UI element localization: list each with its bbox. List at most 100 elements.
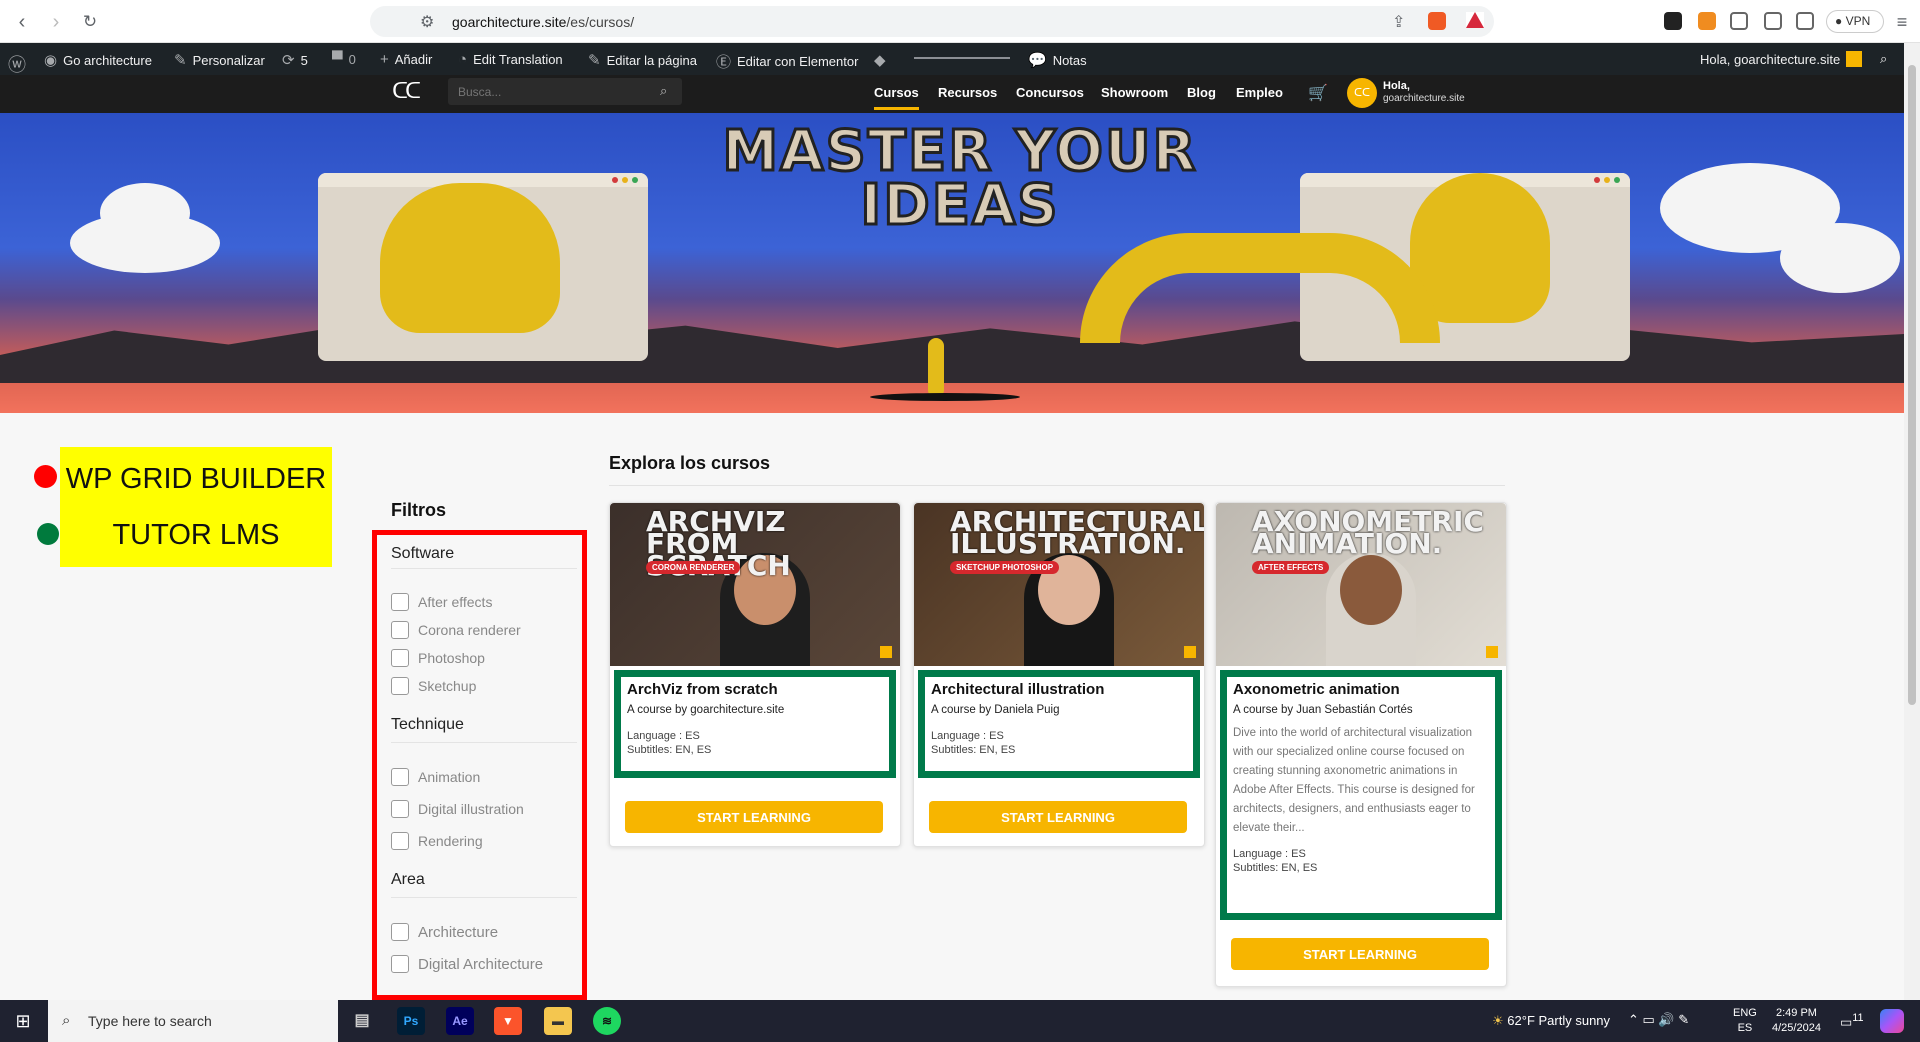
nav-cursos[interactable]: Cursos <box>874 85 919 110</box>
course-author: A course by goarchitecture.site <box>627 704 785 716</box>
notification-icon[interactable]: ▭11 <box>1840 1012 1864 1030</box>
nav-recursos[interactable]: Recursos <box>938 85 997 100</box>
checkbox[interactable] <box>391 832 409 850</box>
photoshop-icon[interactable]: Ps <box>397 1007 425 1035</box>
user-avatar[interactable]: ᑕᑕ <box>1347 78 1377 108</box>
scrollbar-thumb[interactable] <box>1908 65 1916 705</box>
user-avatar-icon <box>1846 51 1863 67</box>
nav-blog[interactable]: Blog <box>1187 85 1216 100</box>
course-thumbnail[interactable]: AXONOMETRIC ANIMATION. AFTER EFFECTS <box>1216 503 1506 666</box>
checkbox[interactable] <box>391 955 409 973</box>
forward-arrow-icon[interactable]: › <box>44 10 68 34</box>
filter-sketchup[interactable]: Sketchup <box>391 677 476 695</box>
course-subtitles: Subtitles: EN, ES <box>1233 862 1318 874</box>
system-clock[interactable]: 2:49 PM 4/25/2024 <box>1772 1006 1821 1036</box>
search-icon: ⌕ <box>62 1012 71 1029</box>
brand-mark-icon <box>1486 646 1498 658</box>
nav-concursos[interactable]: Concursos <box>1016 85 1084 100</box>
extension-icon[interactable] <box>1664 12 1682 30</box>
filter-digital-illustration[interactable]: Digital illustration <box>391 800 524 818</box>
brave-rewards-icon[interactable] <box>1466 12 1484 28</box>
brave-browser-icon[interactable]: ▼ <box>494 1007 522 1035</box>
admin-customize[interactable]: ✎ Personalizar <box>174 51 265 69</box>
copilot-icon[interactable] <box>1880 1009 1904 1033</box>
search-icon[interactable]: ⌕ <box>660 83 667 99</box>
start-learning-button[interactable]: START LEARNING <box>1231 938 1489 970</box>
file-explorer-icon[interactable]: ▬ <box>544 1007 572 1035</box>
start-learning-button[interactable]: START LEARNING <box>929 801 1187 833</box>
course-name[interactable]: Architectural illustration <box>931 681 1187 698</box>
filter-photoshop[interactable]: Photoshop <box>391 649 485 667</box>
checkbox[interactable] <box>391 621 409 639</box>
page-scrollbar[interactable] <box>1904 43 1920 1000</box>
filter-after-effects[interactable]: After effects <box>391 593 492 611</box>
after-effects-icon[interactable]: Ae <box>446 1007 474 1035</box>
checkbox[interactable] <box>391 923 409 941</box>
extensions-puzzle-icon[interactable] <box>1730 12 1748 30</box>
start-learning-button[interactable]: START LEARNING <box>625 801 883 833</box>
checkbox[interactable] <box>391 593 409 611</box>
wallet-icon[interactable] <box>1796 12 1814 30</box>
taskbar-search-box[interactable]: Type here to search <box>48 1000 338 1042</box>
course-name[interactable]: Axonometric animation <box>1233 681 1489 698</box>
user-hello[interactable]: Hola, <box>1383 80 1410 92</box>
admin-diamond[interactable]: ◆ <box>874 51 886 69</box>
site-info-icon[interactable]: ⚙ <box>420 12 434 32</box>
menu-icon[interactable]: ≡ <box>1890 10 1914 34</box>
course-name[interactable]: ArchViz from scratch <box>627 681 883 698</box>
checkbox[interactable] <box>391 649 409 667</box>
admin-add-new[interactable]: + Añadir <box>380 51 432 68</box>
red-dot-marker <box>34 465 57 488</box>
admin-edit-translation[interactable]: ◔ Edit Translation <box>458 51 563 68</box>
address-bar[interactable]: ⚙ goarchitecture.site/es/cursos/ ⇪ <box>370 6 1494 37</box>
admin-edit-elementor[interactable]: Ⓔ Editar con Elementor <box>716 51 858 72</box>
admin-updates[interactable]: ⟳ 5 <box>282 51 308 69</box>
cart-icon[interactable]: 🛒 <box>1308 83 1328 103</box>
system-tray-icons[interactable]: ⌃ ▭ 🔊 ✎ <box>1628 1012 1689 1028</box>
nav-empleo[interactable]: Empleo <box>1236 85 1283 100</box>
admin-search-icon[interactable]: ⌕ <box>1880 51 1887 67</box>
checkbox[interactable] <box>391 800 409 818</box>
filter-corona-renderer[interactable]: Corona renderer <box>391 621 521 639</box>
brave-shields-icon[interactable] <box>1428 12 1446 30</box>
share-icon[interactable]: ⇪ <box>1392 12 1405 32</box>
admin-notes[interactable]: 💬 Notas <box>1028 51 1087 69</box>
back-arrow-icon[interactable]: ‹ <box>10 10 34 34</box>
weather-widget[interactable]: ☀ 62°F Partly sunny <box>1492 1013 1610 1029</box>
language-indicator[interactable]: ENG ES <box>1733 1006 1757 1036</box>
course-card[interactable]: ARCHITECTURAL ILLUSTRATION. SKETCHUP PHO… <box>913 502 1205 847</box>
course-thumbnail[interactable]: ARCHITECTURAL ILLUSTRATION. SKETCHUP PHO… <box>914 503 1204 666</box>
diamond-icon: ◆ <box>874 52 886 69</box>
wordpress-logo-icon[interactable]: ⓦ <box>8 51 26 77</box>
course-thumbnail[interactable]: ARCHVIZ FROM SCRATCH CORONA RENDERER <box>610 503 900 666</box>
admin-account[interactable]: Hola, goarchitecture.site <box>1700 51 1863 67</box>
site-logo[interactable]: ᑕᑕ <box>392 78 421 104</box>
green-dot-marker <box>37 523 59 545</box>
course-card[interactable]: ARCHVIZ FROM SCRATCH CORONA RENDERER Arc… <box>609 502 901 847</box>
thumbnail-title: AXONOMETRIC ANIMATION. <box>1252 505 1484 560</box>
admin-edit-page[interactable]: ✎ Editar la página <box>588 51 697 69</box>
course-language: Language : ES <box>627 730 700 742</box>
software-badge: AFTER EFFECTS <box>1252 561 1330 574</box>
admin-comments[interactable]: ▀ 0 <box>332 51 356 68</box>
filter-rendering[interactable]: Rendering <box>391 832 483 850</box>
course-subtitles: Subtitles: EN, ES <box>931 744 1016 756</box>
site-search-input[interactable] <box>448 78 682 105</box>
task-view-icon[interactable]: ▤ <box>348 1007 376 1035</box>
filter-architecture[interactable]: Architecture <box>391 923 498 941</box>
vpn-button[interactable]: ● VPN <box>1826 10 1884 33</box>
spotify-icon[interactable]: ≋ <box>593 1007 621 1035</box>
reload-icon[interactable]: ↻ <box>78 10 102 34</box>
hero-banner: MASTER YOUR IDEAS <box>0 113 1904 413</box>
user-name[interactable]: goarchitecture.site <box>1383 93 1465 104</box>
checkbox[interactable] <box>391 768 409 786</box>
nav-showroom[interactable]: Showroom <box>1101 85 1168 100</box>
admin-site-name[interactable]: ◉ Go architecture <box>44 51 152 69</box>
metamask-icon[interactable] <box>1698 12 1716 30</box>
windows-start-icon[interactable]: ⊞ <box>0 1000 46 1042</box>
course-card[interactable]: AXONOMETRIC ANIMATION. AFTER EFFECTS Axo… <box>1215 502 1507 987</box>
checkbox[interactable] <box>391 677 409 695</box>
filter-animation[interactable]: Animation <box>391 768 480 786</box>
filter-digital-architecture[interactable]: Digital Architecture <box>391 955 543 973</box>
sidebar-icon[interactable] <box>1764 12 1782 30</box>
